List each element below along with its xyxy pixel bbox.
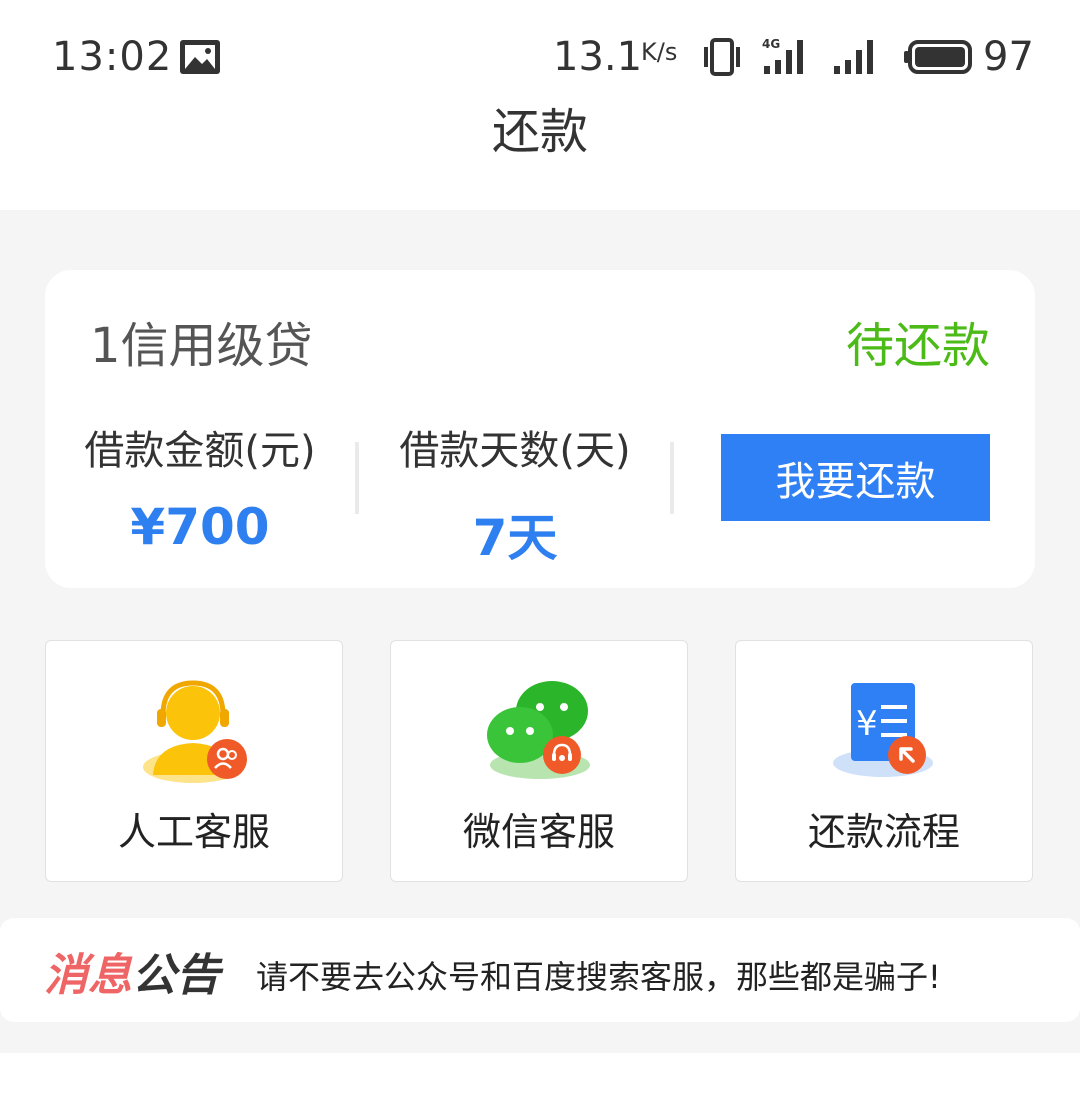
repay-button[interactable]: 我要还款 xyxy=(721,434,990,521)
notice-text: 请不要去公众号和百度搜索客服，那些都是骗子! xyxy=(256,958,941,996)
loan-amount-value: ¥700 xyxy=(130,498,270,556)
divider xyxy=(670,442,674,514)
loan-amount-block: 借款金额(元) ¥700 xyxy=(50,418,350,556)
notice-logo-part2: 公告 xyxy=(132,950,220,1001)
page-title: 还款 xyxy=(491,104,588,160)
battery-percent: 97 xyxy=(983,34,1034,80)
loan-days-label: 借款天数(天) xyxy=(399,428,631,474)
bottom-area xyxy=(0,1053,1080,1101)
loan-status-badge: 待还款 xyxy=(845,318,990,374)
wechat-service-tile[interactable]: 微信客服 xyxy=(390,640,688,882)
wechat-service-icon xyxy=(487,681,590,779)
notice-bar: 消息 公告 请不要去公众号和百度搜索客服，那些都是骗子! xyxy=(0,918,1080,1022)
loan-amount-label: 借款金额(元) xyxy=(84,428,316,474)
svg-text:4G: 4G xyxy=(762,37,780,51)
network-speed-unit: K/s xyxy=(641,38,678,66)
notice-logo-part1: 消息 xyxy=(44,950,132,1001)
status-bar: 13:02 13.1 K/s 4G 97 xyxy=(0,0,1080,90)
loan-days-value: 7天 xyxy=(472,509,558,567)
loan-card: 1信用级贷 待还款 借款金额(元) ¥700 借款天数(天) 7天 我要还款 xyxy=(45,270,1035,588)
wechat-service-label: 微信客服 xyxy=(462,810,615,854)
customer-service-label: 人工客服 xyxy=(117,810,270,854)
loan-days-block: 借款天数(天) 7天 xyxy=(365,418,665,570)
image-notification-icon xyxy=(180,40,220,74)
customer-service-icon xyxy=(143,680,247,783)
signal-icon xyxy=(834,40,873,74)
network-speed: 13.1 xyxy=(553,34,643,80)
repayment-process-tile[interactable]: ¥ 还款流程 xyxy=(735,640,1033,882)
svg-text:¥: ¥ xyxy=(856,704,878,744)
main-content: 1信用级贷 待还款 借款金额(元) ¥700 借款天数(天) 7天 我要还款 人… xyxy=(0,210,1080,1053)
vibrate-icon xyxy=(704,38,740,76)
customer-service-tile[interactable]: 人工客服 xyxy=(45,640,343,882)
status-time: 13:02 xyxy=(52,34,173,80)
battery-icon xyxy=(904,40,972,74)
divider xyxy=(355,442,359,514)
notice-logo: 消息 公告 xyxy=(44,946,220,1001)
loan-product-name: 1信用级贷 xyxy=(90,318,313,374)
signal-4g-icon: 4G xyxy=(762,37,803,74)
repayment-process-icon: ¥ xyxy=(833,683,933,777)
repayment-process-label: 还款流程 xyxy=(807,810,960,854)
